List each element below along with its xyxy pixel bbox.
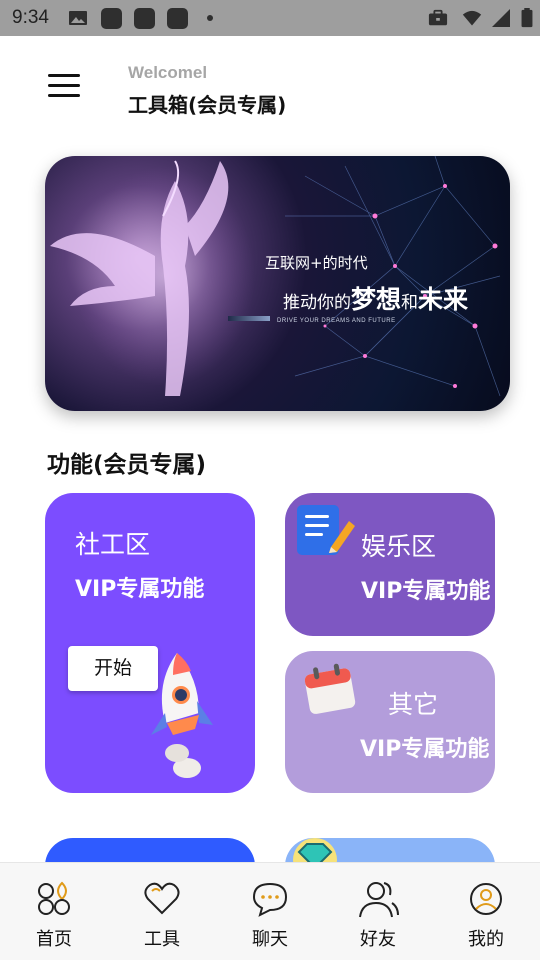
card-social-subtitle: VIP专属功能 bbox=[75, 577, 205, 602]
card-social[interactable]: 社工区 VIP专属功能 开始 bbox=[45, 493, 255, 793]
banner-subtitle: DRIVE YOUR DREAMS AND FUTURE bbox=[277, 318, 396, 324]
status-bar: 9:34 bbox=[0, 0, 540, 36]
heart-icon bbox=[144, 882, 180, 915]
notification-app-icon bbox=[134, 8, 155, 29]
welcome-text: Welcomel bbox=[128, 63, 208, 82]
promo-banner[interactable]: 互联网+的时代 推动你的梦想和未来 DRIVE YOUR DREAMS AND … bbox=[45, 156, 510, 411]
nav-mine-label: 我的 bbox=[468, 929, 504, 950]
notification-app-icon bbox=[167, 8, 188, 29]
nav-chat[interactable]: 聊天 bbox=[216, 863, 324, 960]
menu-icon bbox=[48, 74, 80, 77]
nav-mine[interactable]: 我的 bbox=[432, 863, 540, 960]
bottom-nav: 首页 工具 聊天 好友 我的 bbox=[0, 862, 540, 960]
nav-chat-label: 聊天 bbox=[252, 929, 288, 950]
signal-icon bbox=[492, 9, 510, 27]
menu-button[interactable] bbox=[48, 74, 80, 102]
nav-home-label: 首页 bbox=[36, 929, 72, 950]
card-other-title: 其它 bbox=[388, 690, 439, 719]
nav-tools[interactable]: 工具 bbox=[108, 863, 216, 960]
card-other[interactable]: 其它 VIP专属功能 bbox=[285, 651, 495, 793]
friends-icon bbox=[359, 882, 399, 918]
banner-divider bbox=[228, 316, 270, 321]
image-icon bbox=[69, 11, 87, 25]
more-notifications-icon bbox=[207, 15, 213, 21]
card-entertainment[interactable]: 娱乐区 VIP专属功能 bbox=[285, 493, 495, 636]
nav-friends-label: 好友 bbox=[360, 929, 396, 950]
home-grid-icon bbox=[38, 881, 70, 915]
nav-tools-label: 工具 bbox=[144, 929, 180, 950]
card-entertainment-subtitle: VIP专属功能 bbox=[361, 579, 491, 604]
chat-bubble-icon bbox=[252, 882, 288, 917]
notification-app-icon bbox=[101, 8, 122, 29]
wifi-icon bbox=[462, 10, 482, 26]
banner-headline-1: 互联网+的时代 bbox=[265, 254, 368, 272]
card-other-subtitle: VIP专属功能 bbox=[360, 737, 490, 762]
status-time: 9:34 bbox=[12, 7, 49, 28]
rocket-icon bbox=[151, 653, 213, 778]
card-social-title: 社工区 bbox=[75, 530, 151, 559]
notepad-icon bbox=[297, 505, 355, 555]
nav-home[interactable]: 首页 bbox=[0, 863, 108, 960]
profile-icon bbox=[470, 883, 502, 915]
battery-icon bbox=[521, 8, 533, 28]
briefcase-icon bbox=[428, 9, 448, 26]
section-title: 功能(会员专属) bbox=[47, 452, 207, 478]
nav-friends[interactable]: 好友 bbox=[324, 863, 432, 960]
banner-headline-2: 推动你的梦想和未来 bbox=[283, 285, 469, 314]
calendar-icon bbox=[304, 663, 356, 714]
card-entertainment-title: 娱乐区 bbox=[361, 532, 437, 561]
page-title: 工具箱(会员专属) bbox=[128, 93, 287, 117]
